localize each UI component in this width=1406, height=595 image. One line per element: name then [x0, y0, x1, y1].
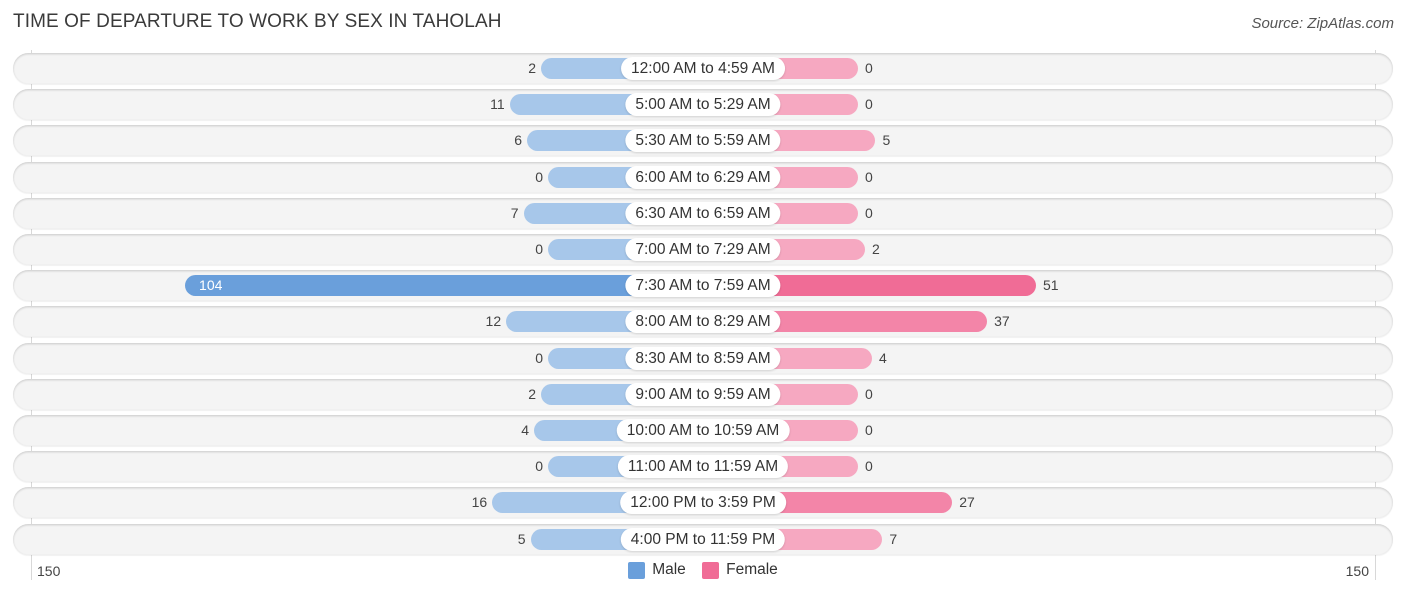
- value-label-female: 37: [994, 313, 1010, 330]
- value-label-male: 0: [535, 349, 543, 366]
- category-label: 7:00 AM to 7:29 AM: [625, 238, 781, 261]
- chart-row: 5 7 4:00 PM to 11:59 PM: [13, 523, 1393, 555]
- category-label: 8:30 AM to 8:59 AM: [625, 346, 781, 370]
- value-label-male: 12: [485, 313, 502, 330]
- value-label-female: 0: [865, 168, 873, 185]
- category-label: 6:00 AM to 6:29 AM: [625, 165, 781, 189]
- value-label-female: 2: [871, 241, 880, 257]
- chart-row: 16 27 12:00 PM to 3:59 PM: [13, 487, 1393, 519]
- value-label-female: 0: [865, 458, 873, 475]
- legend-label-female: Female: [726, 561, 778, 578]
- chart-row: 2 0 9:00 AM to 9:59 AM: [13, 378, 1393, 410]
- value-label-male: 2: [528, 60, 537, 76]
- chart-row: 4 0 10:00 AM to 10:59 AM: [13, 415, 1393, 446]
- value-label-male: 7: [510, 204, 519, 221]
- value-label-male: 11: [490, 96, 505, 113]
- chart-row: 7 0 6:30 AM to 6:59 AM: [13, 197, 1393, 229]
- value-label-female: 51: [1042, 277, 1059, 294]
- chart-row: 0 4 8:30 AM to 8:59 AM: [13, 342, 1393, 374]
- value-label-male: 5: [517, 530, 526, 547]
- category-label: 4:00 PM to 11:59 PM: [620, 527, 786, 551]
- legend-label-male: Male: [652, 561, 686, 578]
- value-label-female: 0: [865, 204, 873, 221]
- legend-item-female[interactable]: Female: [702, 561, 778, 579]
- category-label: 12:00 PM to 3:59 PM: [620, 491, 786, 515]
- value-label-male: 6: [514, 132, 523, 149]
- chart-row: 12 37 8:00 AM to 8:29 AM: [13, 306, 1393, 338]
- category-label: 7:30 AM to 7:59 AM: [625, 274, 781, 298]
- category-label: 6:30 AM to 6:59 AM: [625, 201, 781, 225]
- chart-row: 6 5 5:30 AM to 5:59 AM: [13, 125, 1393, 157]
- legend: Male Female: [0, 561, 1406, 584]
- value-label-female: 7: [889, 530, 898, 547]
- category-label: 11:00 AM to 11:59 AM: [617, 455, 789, 479]
- value-label-female: 5: [882, 132, 891, 149]
- category-label: 10:00 AM to 10:59 AM: [616, 419, 790, 442]
- value-label-female: 0: [865, 422, 873, 438]
- legend-item-male[interactable]: Male: [628, 561, 686, 579]
- value-label-female: 0: [865, 60, 873, 76]
- chart-row: 0 2 7:00 AM to 7:29 AM: [13, 234, 1393, 265]
- chart-title: TIME OF DEPARTURE TO WORK BY SEX IN TAHO…: [13, 11, 502, 32]
- value-label-female: 27: [959, 494, 975, 511]
- legend-swatch-female: [702, 561, 720, 579]
- value-label-male: 0: [535, 168, 543, 185]
- value-label-male: 104: [199, 277, 223, 294]
- chart-row: 0 0 11:00 AM to 11:59 AM: [13, 451, 1393, 483]
- chart-row: 11 0 5:00 AM to 5:29 AM: [13, 89, 1393, 121]
- category-label: 5:30 AM to 5:59 AM: [625, 129, 781, 153]
- value-label-male: 2: [528, 385, 537, 402]
- value-label-female: 4: [878, 349, 887, 366]
- chart-row: 104 51 7:30 AM to 7:59 AM: [13, 270, 1393, 302]
- chart-row: 2 0 12:00 AM to 4:59 AM: [13, 53, 1393, 84]
- category-label: 8:00 AM to 8:29 AM: [625, 310, 781, 334]
- source-label: Source: ZipAtlas.com: [1251, 15, 1394, 32]
- value-label-male: 16: [471, 494, 488, 511]
- value-label-female: 0: [865, 96, 873, 113]
- legend-swatch-male: [628, 561, 646, 579]
- chart-row: 0 0 6:00 AM to 6:29 AM: [13, 161, 1393, 193]
- value-label-female: 0: [865, 385, 873, 402]
- value-label-male: 0: [535, 241, 543, 257]
- category-label: 9:00 AM to 9:59 AM: [625, 382, 781, 406]
- category-label: 5:00 AM to 5:29 AM: [625, 93, 781, 117]
- value-label-male: 4: [521, 422, 530, 438]
- category-label: 12:00 AM to 4:59 AM: [621, 57, 785, 80]
- value-label-male: 0: [535, 458, 543, 475]
